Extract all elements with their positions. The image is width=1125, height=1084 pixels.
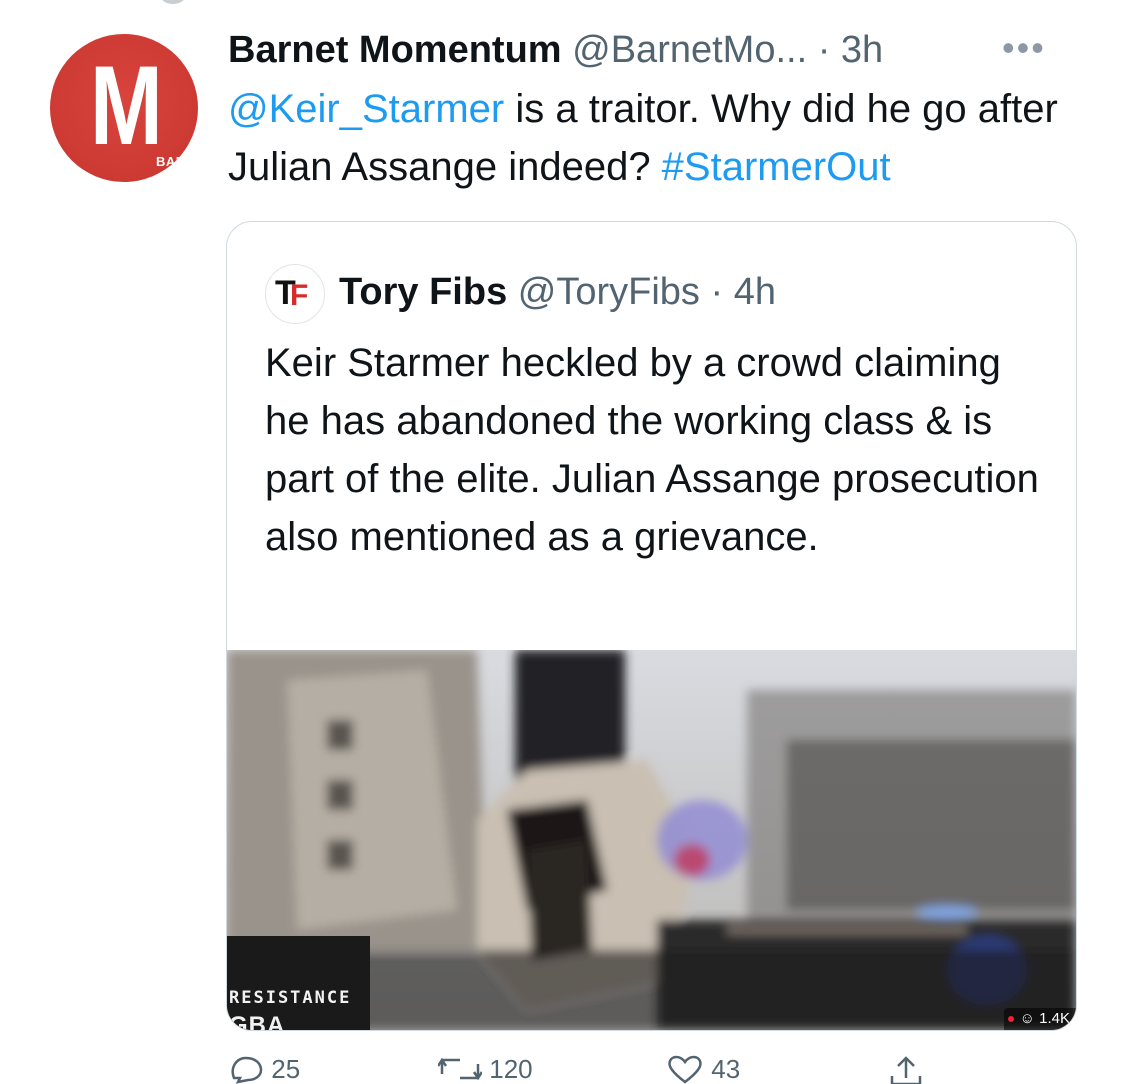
tweet-actions-bar: 25 120 43 bbox=[228, 1048, 988, 1084]
share-button[interactable] bbox=[888, 1054, 924, 1084]
person-icon: ☺ bbox=[1019, 1010, 1040, 1027]
watermark-logo: GBA bbox=[229, 1012, 286, 1030]
author-name[interactable]: Barnet Momentum bbox=[228, 29, 562, 71]
previous-tweet-avatar-edge bbox=[158, 0, 188, 4]
view-count: 1.4K bbox=[1039, 1010, 1070, 1027]
quoted-author-name[interactable]: Tory Fibs bbox=[339, 271, 507, 313]
watermark-text: RESISTANCE bbox=[229, 988, 352, 1008]
reply-count: 25 bbox=[271, 1054, 301, 1084]
quoted-tweet-time[interactable]: 4h bbox=[734, 271, 776, 313]
mention-link[interactable]: @Keir_Starmer bbox=[228, 87, 504, 131]
video-thumbnail[interactable]: RESISTANCE GBA ☺ 1.4K bbox=[227, 650, 1076, 1030]
view-count-badge: ☺ 1.4K bbox=[1003, 1008, 1076, 1030]
tweet-time[interactable]: 3h bbox=[841, 29, 883, 71]
quoted-tweet-card[interactable]: T F Tory Fibs @ToryFibs · 4h Keir Starme… bbox=[226, 221, 1077, 1031]
tweet-text: @Keir_Starmer is a traitor. Why did he g… bbox=[228, 80, 1108, 196]
like-button[interactable]: 43 bbox=[666, 1054, 740, 1084]
quoted-tweet-text: Keir Starmer heckled by a crowd claiming… bbox=[265, 341, 1039, 559]
share-icon bbox=[890, 1056, 922, 1084]
retweet-icon bbox=[438, 1057, 482, 1081]
live-dot-icon bbox=[1007, 1016, 1014, 1023]
author-avatar[interactable]: M BARNET bbox=[50, 34, 198, 182]
avatar-label: BARNET bbox=[156, 154, 198, 169]
retweet-count: 120 bbox=[489, 1054, 533, 1084]
author-handle[interactable]: @BarnetMo... bbox=[572, 29, 807, 71]
quoted-separator: · bbox=[710, 271, 724, 313]
like-count: 43 bbox=[711, 1054, 741, 1084]
hashtag-link[interactable]: #StarmerOut bbox=[662, 145, 891, 189]
reply-button[interactable]: 25 bbox=[228, 1054, 300, 1084]
avatar-letter: M bbox=[89, 43, 163, 168]
separator: · bbox=[817, 29, 831, 71]
reply-icon bbox=[231, 1056, 263, 1084]
retweet-button[interactable]: 120 bbox=[438, 1054, 533, 1084]
like-icon bbox=[668, 1055, 702, 1084]
quoted-author-handle[interactable]: @ToryFibs bbox=[518, 271, 700, 313]
more-options-icon[interactable]: ••• bbox=[1002, 30, 1046, 66]
quoted-avatar-letter-f: F bbox=[290, 279, 309, 312]
resistance-gb-watermark: RESISTANCE GBA bbox=[227, 936, 370, 1030]
quoted-tweet-header: Tory Fibs @ToryFibs · 4h bbox=[339, 266, 776, 318]
quoted-author-avatar[interactable]: T F bbox=[265, 264, 325, 324]
tweet-header: Barnet Momentum @BarnetMo... · 3h bbox=[228, 24, 883, 76]
